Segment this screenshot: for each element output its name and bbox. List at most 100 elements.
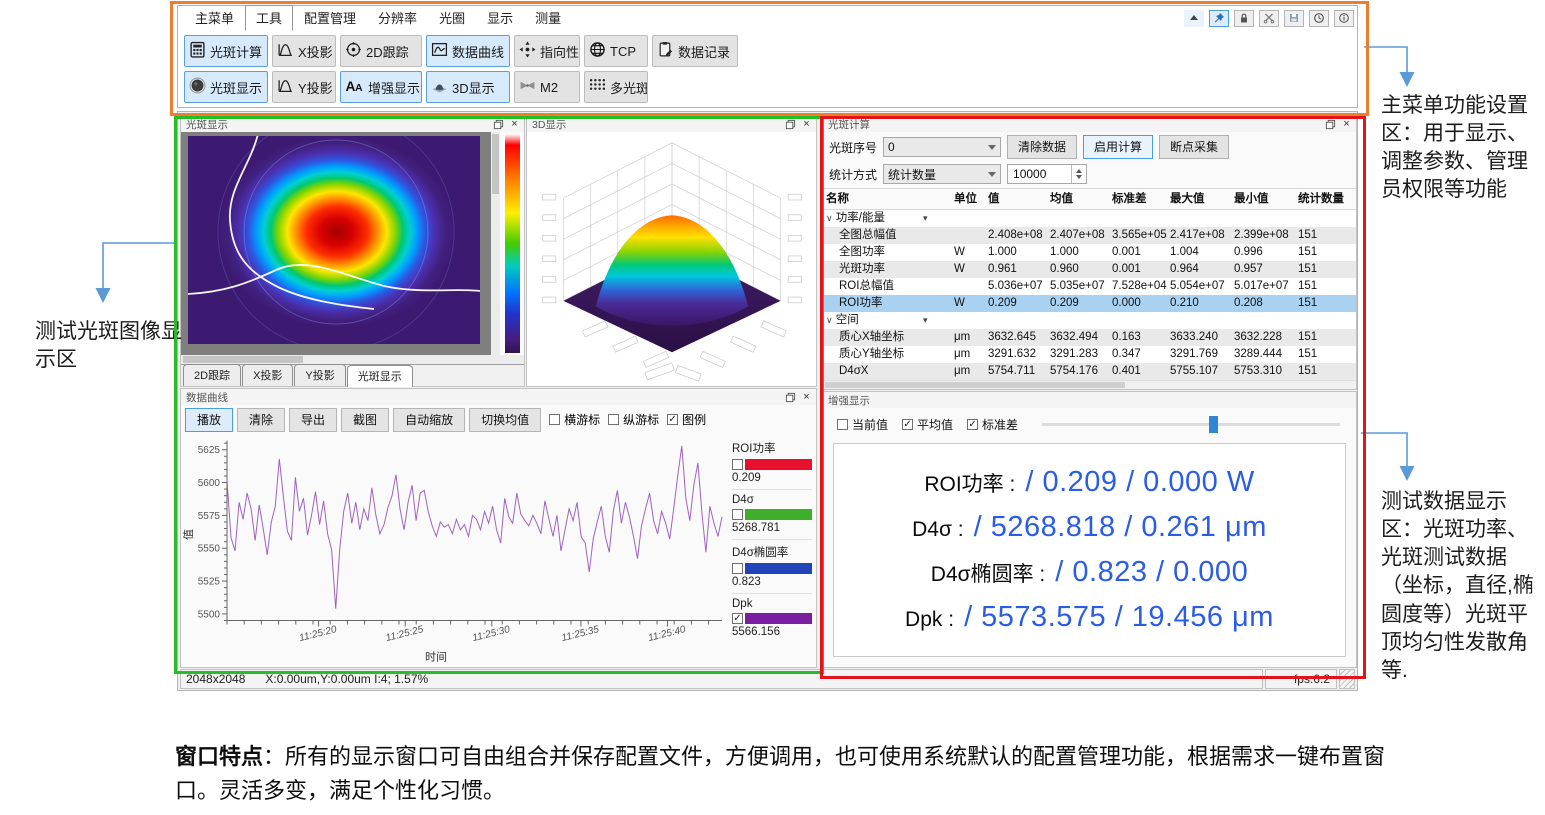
menu-item-4[interactable]: 分辨率	[367, 5, 428, 31]
data-curve-panel: 数据曲线 × 播放清除导出截图自动缩放切换均值横游标纵游标✓图例 5500552…	[180, 388, 817, 668]
curve-toolbar: 播放清除导出截图自动缩放切换均值横游标纵游标 ✓图例	[181, 405, 816, 434]
stat-mode-label: 统计方式	[829, 166, 877, 183]
menu-item-5[interactable]: 光圈	[428, 5, 476, 31]
calc-panel-title: 光斑计算	[828, 117, 870, 132]
float-icon[interactable]	[1324, 118, 1337, 130]
menu-item-6[interactable]: 显示	[476, 5, 524, 31]
cell: 2.399e+08	[1231, 227, 1295, 244]
table-row-质心Y轴坐标[interactable]: 质心Y轴坐标μm3291.6323291.2830.3473291.769328…	[823, 346, 1356, 363]
svg-text:5525: 5525	[198, 577, 221, 588]
close-icon[interactable]: ×	[508, 118, 521, 130]
ribbon-button-enhanced-display[interactable]: AA增强显示	[340, 71, 422, 103]
group-row-空间[interactable]: ∨ 空间▾	[823, 312, 1356, 329]
checkbox-icon[interactable]: ✓	[902, 419, 913, 430]
ribbon-button-pointing[interactable]: 指向性	[514, 35, 580, 67]
legend-checkbox[interactable]: ✓	[732, 613, 743, 624]
clear-data-button[interactable]: 清除数据	[1007, 135, 1077, 159]
curve-checkbox-横游标[interactable]: 横游标	[549, 411, 600, 428]
menu-item-7[interactable]: 测量	[524, 5, 572, 31]
enhance-slider[interactable]	[1042, 423, 1340, 426]
ribbon-button-globe[interactable]: TCP	[584, 35, 648, 67]
table-row-光斑功率[interactable]: 光斑功率W0.9610.9600.0010.9640.957151	[823, 261, 1356, 278]
ribbon-button-multi-spot[interactable]: 多光斑	[584, 71, 648, 103]
menu-item-3[interactable]: 配置管理	[293, 5, 367, 31]
table-row-D4σX[interactable]: D4σXμm5754.7115754.1760.4015755.1075753.…	[823, 363, 1356, 380]
checkbox-icon[interactable]: ✓	[967, 419, 978, 430]
ribbon-button-y-projection[interactable]: Y投影	[272, 71, 336, 103]
tab-光斑显示[interactable]: 光斑显示	[347, 365, 413, 387]
legend-checkbox[interactable]	[732, 459, 743, 470]
float-icon[interactable]	[492, 118, 505, 130]
info-icon[interactable]	[1334, 10, 1354, 27]
enable-calc-button[interactable]: 启用计算	[1083, 135, 1153, 159]
close-icon[interactable]: ×	[1340, 118, 1353, 130]
menu-item-1[interactable]: 主菜单	[184, 5, 245, 31]
collapse-icon[interactable]	[1184, 10, 1204, 27]
float-icon[interactable]	[784, 391, 797, 403]
toolbar-window: 主菜单工具配置管理分辨率光圈显示测量 光斑计算X投影2D跟踪数据曲线指向性TCP…	[177, 5, 1358, 108]
table-row-质心X轴坐标[interactable]: 质心X轴坐标μm3632.6453632.4940.1633633.240363…	[823, 329, 1356, 346]
spot-index-select[interactable]: 0	[883, 137, 1001, 157]
curve-button-导出[interactable]: 导出	[289, 408, 337, 432]
ribbon-button-m2[interactable]: M2	[514, 71, 580, 103]
curve-button-截图[interactable]: 截图	[341, 408, 389, 432]
legend-checkbox[interactable]	[732, 509, 743, 520]
calculator-icon	[189, 41, 206, 61]
ribbon-button-calculator[interactable]: 光斑计算	[184, 35, 268, 67]
ribbon-button-2d-track[interactable]: 2D跟踪	[340, 35, 422, 67]
table-row-ROI功率[interactable]: ROI功率W0.2090.2090.0000.2100.208151	[823, 295, 1356, 312]
ribbon-button-data-record[interactable]: 数据记录	[652, 35, 738, 67]
tab-Y投影[interactable]: Y投影	[294, 364, 345, 386]
curve-button-清除[interactable]: 清除	[237, 408, 285, 432]
cut-icon[interactable]	[1259, 10, 1279, 27]
enhance-checkbox-当前值[interactable]: 当前值	[837, 416, 888, 433]
checkbox-icon[interactable]: ✓	[667, 414, 678, 425]
big-value-number: / 0.209 / 0.000 W	[1025, 466, 1254, 499]
legend-value: 0.209	[732, 472, 812, 484]
pin-icon[interactable]	[1209, 10, 1229, 27]
ribbon-button-x-projection[interactable]: X投影	[272, 35, 336, 67]
intensity-colorbar	[505, 134, 520, 353]
curve-button-播放[interactable]: 播放	[185, 408, 233, 432]
group-row-功率/能量[interactable]: ∨ 功率/能量▾	[823, 210, 1356, 227]
checkbox-icon[interactable]	[837, 419, 848, 430]
table-row-全图总幅值[interactable]: 全图总幅值2.408e+082.407e+083.565e+052.417e+0…	[823, 227, 1356, 244]
3d-panel-title: 3D显示	[532, 117, 566, 132]
ribbon-button-3d-display[interactable]: 3D显示	[426, 71, 510, 103]
vertical-scrollbar[interactable]	[491, 132, 500, 355]
cell: 0.208	[1231, 295, 1295, 312]
column-header-最小值: 最小值	[1231, 189, 1295, 209]
menu-item-2[interactable]: 工具	[245, 5, 293, 31]
legend-checkbox[interactable]	[732, 563, 743, 574]
table-row-全图功率[interactable]: 全图功率W1.0001.0000.0011.0040.996151	[823, 244, 1356, 261]
float-icon[interactable]	[784, 118, 797, 130]
slider-handle[interactable]	[1209, 416, 1218, 433]
stat-mode-select[interactable]: 统计数量	[883, 164, 1001, 184]
annotation-image-area: 测试光斑图像显示区	[35, 318, 197, 374]
close-icon[interactable]: ×	[800, 118, 813, 130]
checkbox-icon[interactable]	[549, 414, 560, 425]
lock-icon[interactable]	[1234, 10, 1254, 27]
checkbox-icon[interactable]	[608, 414, 619, 425]
horizontal-scrollbar[interactable]	[181, 355, 524, 364]
curve-button-切换均值[interactable]: 切换均值	[469, 408, 541, 432]
legend-color-bar	[745, 613, 812, 624]
enhance-checkbox-平均值[interactable]: ✓平均值	[902, 416, 953, 433]
cell: 7.528e+04	[1109, 278, 1167, 295]
cell: μm	[951, 346, 985, 363]
save-icon[interactable]	[1284, 10, 1304, 27]
resize-grip[interactable]	[1339, 669, 1355, 689]
close-icon[interactable]: ×	[800, 391, 813, 403]
history-icon[interactable]	[1309, 10, 1329, 27]
table-scrollbar[interactable]	[823, 380, 1356, 389]
curve-checkbox-纵游标[interactable]: 纵游标	[608, 411, 659, 428]
curve-checkbox-图例[interactable]: ✓图例	[667, 411, 706, 428]
table-row-ROI总幅值[interactable]: ROI总幅值5.036e+075.035e+077.528e+045.054e+…	[823, 278, 1356, 295]
tab-X投影[interactable]: X投影	[242, 364, 293, 386]
stat-count-input[interactable]: 10000	[1007, 164, 1087, 184]
curve-button-自动缩放[interactable]: 自动缩放	[393, 408, 465, 432]
ribbon-button-data-curve[interactable]: 数据曲线	[426, 35, 510, 67]
ribbon-button-spot-display[interactable]: 光斑显示	[184, 71, 268, 103]
breakpoint-capture-button[interactable]: 断点采集	[1159, 135, 1229, 159]
enhance-checkbox-标准差[interactable]: ✓标准差	[967, 416, 1018, 433]
